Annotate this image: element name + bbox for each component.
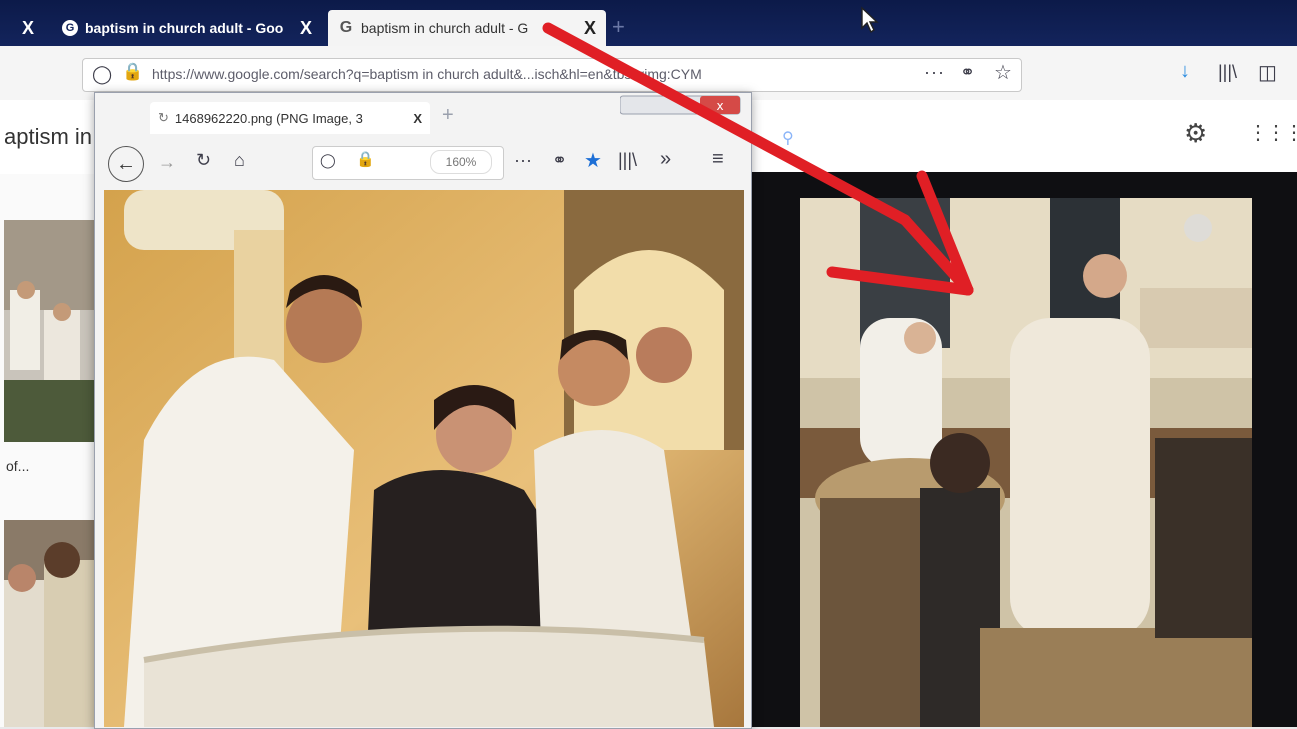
red-arrow-annotation <box>542 22 974 296</box>
